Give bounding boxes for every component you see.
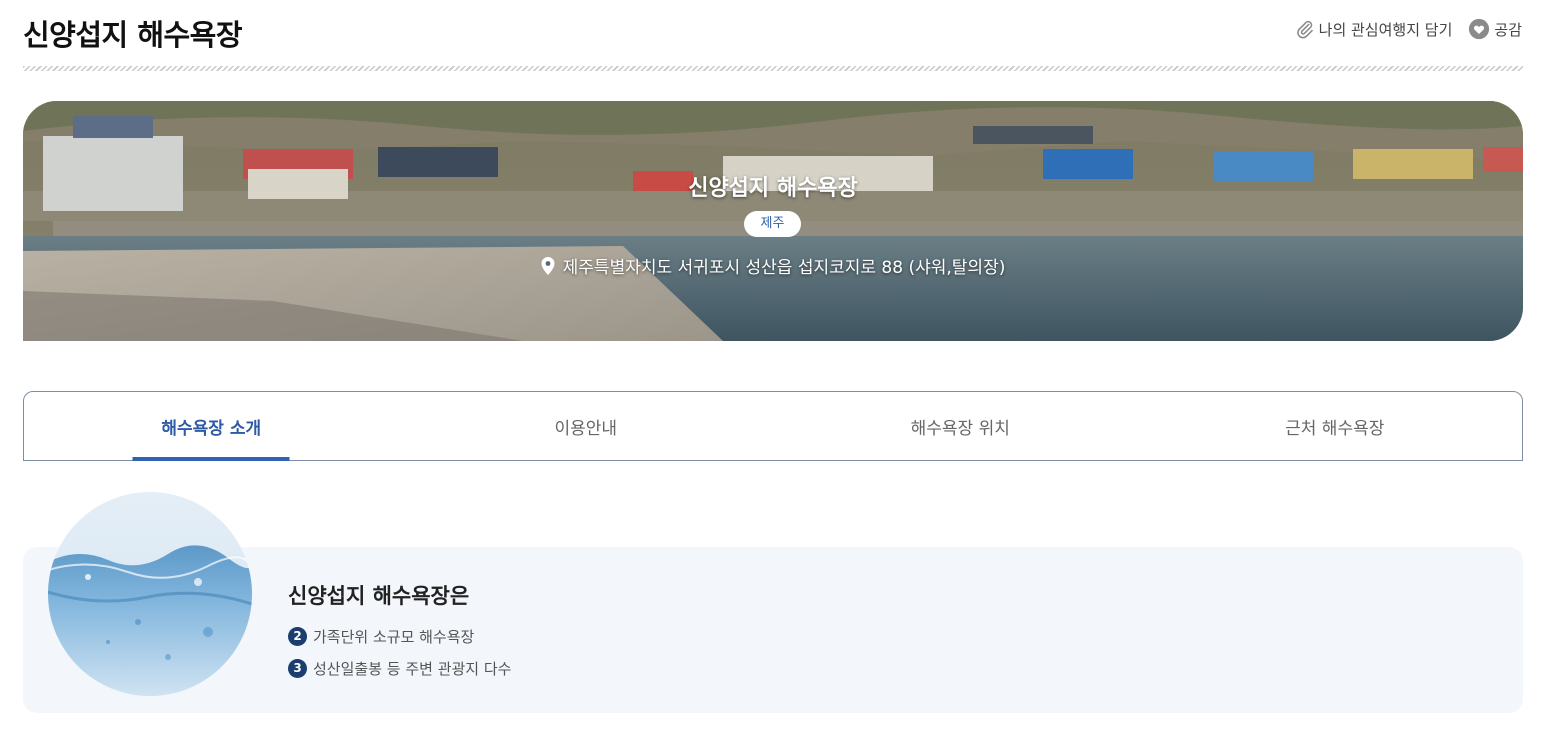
list-item: 3 성산일출봉 등 주변 관광지 다수 <box>288 652 511 684</box>
hero-title: 신양섭지 해수욕장 <box>688 176 858 201</box>
bookmark-button[interactable]: 나의 관심여행지 담기 <box>1295 19 1453 40</box>
intro-heading: 신양섭지 해수욕장은 <box>288 584 470 608</box>
hero-address: 제주특별자치도 서귀포시 성산읍 섭지코지로 88 (샤워,탈의장) <box>23 253 1523 278</box>
page-title: 신양섭지 해수욕장 <box>23 18 243 52</box>
top-actions: 나의 관심여행지 담기 공감 <box>1295 18 1522 40</box>
tab-nearby-beaches[interactable]: 근처 해수욕장 <box>1148 392 1523 460</box>
number-badge: 3 <box>288 658 307 678</box>
list-item-text: 가족단위 소규모 해수욕장 <box>313 627 475 646</box>
tab-intro[interactable]: 해수욕장 소개 <box>24 392 399 460</box>
section-tabs: 해수욕장 소개 이용안내 해수욕장 위치 근처 해수욕장 <box>23 391 1523 461</box>
tab-usage-guide[interactable]: 이용안내 <box>399 392 774 460</box>
like-button[interactable]: 공감 <box>1468 18 1522 40</box>
hero-content: 신양섭지 해수욕장 제주 제주특별자치도 서귀포시 성산읍 섭지코지로 88 (… <box>23 101 1523 341</box>
address-text: 제주특별자치도 서귀포시 성산읍 섭지코지로 88 (샤워,탈의장) <box>562 258 1006 278</box>
like-label: 공감 <box>1494 20 1522 39</box>
water-illustration <box>48 492 252 696</box>
hero-banner: 신양섭지 해수욕장 제주 제주특별자치도 서귀포시 성산읍 섭지코지로 88 (… <box>23 101 1523 341</box>
bookmark-label: 나의 관심여행지 담기 <box>1318 20 1453 39</box>
number-badge: 2 <box>288 626 307 646</box>
heart-icon <box>1469 18 1490 40</box>
region-badge: 제주 <box>744 211 801 237</box>
location-pin-icon <box>541 256 555 275</box>
paperclip-icon <box>1296 20 1313 39</box>
title-divider <box>23 66 1523 71</box>
tab-location[interactable]: 해수욕장 위치 <box>773 392 1148 460</box>
intro-text: 신양섭지 해수욕장은 2 가족단위 소규모 해수욕장 3 성산일출봉 등 주변 … <box>288 580 511 684</box>
list-item: 2 가족단위 소규모 해수욕장 <box>288 620 511 652</box>
list-item-text: 성산일출봉 등 주변 관광지 다수 <box>313 659 512 678</box>
